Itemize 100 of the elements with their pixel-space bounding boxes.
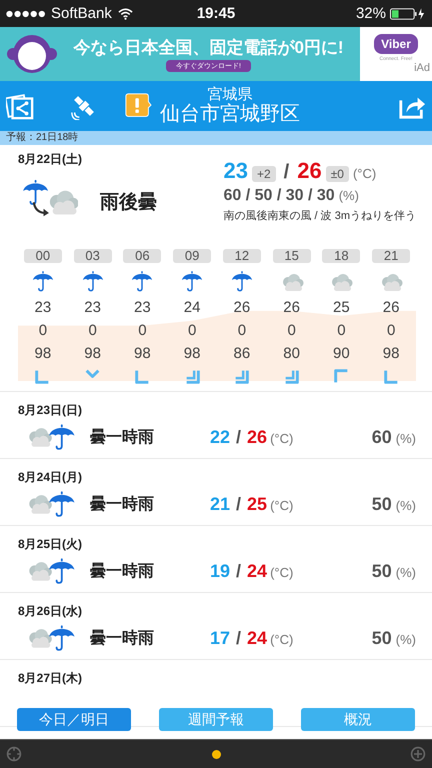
share-card-icon[interactable] xyxy=(6,92,34,120)
high-temperature: 25 xyxy=(247,494,268,514)
hourly-temperature: 24 xyxy=(184,298,200,318)
warning-icon[interactable] xyxy=(124,93,152,119)
forecast-date: 8月24日(月) xyxy=(18,469,82,486)
slash-separator: / xyxy=(236,628,242,648)
view-tab[interactable]: 概況 xyxy=(301,708,415,731)
slash-separator: / xyxy=(236,560,242,582)
low-temperature: 22 xyxy=(210,426,230,448)
high-temperature-change: ±0 xyxy=(326,166,349,182)
hour-label: 09 xyxy=(173,249,212,263)
precipitation-chance: 50 xyxy=(372,494,392,514)
low-temperature: 21 xyxy=(210,494,230,514)
hourly-temperature: 26 xyxy=(234,298,250,318)
percent-unit: (%) xyxy=(396,632,416,646)
hourly-precipitation: 0 xyxy=(287,321,296,341)
city-name: 仙台市宮城野区 xyxy=(160,103,300,126)
forecast-issued-time: 予報：21日18時 xyxy=(6,132,78,143)
percent-unit: (%) xyxy=(396,430,416,446)
brand-logo: Viber xyxy=(374,34,418,54)
hourly-temperature: 26 xyxy=(382,298,400,318)
prefecture-name: 宮城県 xyxy=(208,86,252,103)
hourly-temperature: 23 xyxy=(134,298,151,318)
ad-network-label: iAd xyxy=(414,62,430,74)
wind-wave-text: 南の風後南東の風 / 波 3mうねりを伴う xyxy=(223,209,416,223)
hourly-precipitation: 0 xyxy=(88,321,97,341)
hourly-humidity: 98 xyxy=(184,344,200,364)
battery-percent: 32% xyxy=(356,5,386,22)
temperature-unit: (°C) xyxy=(270,498,294,512)
temperature-unit: (°C) xyxy=(270,632,294,646)
hourly-precipitation: 0 xyxy=(188,321,196,341)
hour-label: 12 xyxy=(222,249,261,263)
wifi-icon xyxy=(118,8,133,20)
temperature-unit: (°C) xyxy=(270,564,294,580)
weather-condition: 曇一時雨 xyxy=(90,628,155,648)
forecast-date: 8月27日(木) xyxy=(18,670,82,687)
slash-separator: / xyxy=(284,161,290,184)
ad-headline: 今なら日本全国、固定電話が0円に! xyxy=(73,37,344,59)
weather-condition: 曇一時雨 xyxy=(90,428,155,448)
crosshair-icon[interactable] xyxy=(6,746,22,762)
precipitation-chance: 50 xyxy=(372,560,392,582)
signal-icon xyxy=(6,10,46,18)
hourly-humidity: 98 xyxy=(382,344,400,364)
hourly-temperature: 23 xyxy=(34,298,52,318)
hour-label: 15 xyxy=(272,249,311,263)
hourly-temperature: 26 xyxy=(283,298,300,318)
umbrella-icon xyxy=(80,270,105,292)
hour-label: 21 xyxy=(372,249,410,263)
forecast-date: 8月22日(土) xyxy=(18,151,82,168)
hour-label: 03 xyxy=(74,249,112,263)
view-tab[interactable]: 今日／明日 xyxy=(17,708,131,731)
hour-label: 00 xyxy=(24,249,62,263)
hourly-humidity: 86 xyxy=(234,344,250,364)
slash-separator: / xyxy=(236,494,242,514)
hourly-temperature: 23 xyxy=(84,298,101,318)
high-temperature: 24 xyxy=(247,628,268,648)
precipitation-chance: 60 xyxy=(372,426,392,448)
weather-condition: 曇一時雨 xyxy=(90,562,155,582)
temperature-unit: (°C) xyxy=(270,430,294,446)
umbrella-icon xyxy=(30,270,55,292)
forecast-date: 8月23日(日) xyxy=(18,402,82,419)
hourly-precipitation: 0 xyxy=(337,321,346,341)
hourly-precipitation: 0 xyxy=(38,321,48,341)
high-temperature: 26 xyxy=(297,158,322,184)
umbrella-icon xyxy=(180,270,204,292)
weather-condition: 雨後曇 xyxy=(100,191,157,215)
carrier-name: SoftBank xyxy=(51,5,112,22)
hourly-humidity: 90 xyxy=(333,344,350,364)
hour-label: 06 xyxy=(123,249,162,263)
mascot-icon xyxy=(7,34,57,74)
low-temperature-change: +2 xyxy=(252,166,276,182)
percent-unit: (%) xyxy=(396,498,416,512)
slash-separator: / xyxy=(236,426,242,448)
umbrella-icon xyxy=(230,270,254,292)
hourly-precipitation: 0 xyxy=(386,321,396,341)
hourly-humidity: 98 xyxy=(134,344,151,364)
umbrella-icon xyxy=(130,270,154,292)
high-temperature: 24 xyxy=(247,560,268,582)
hourly-humidity: 80 xyxy=(283,344,300,364)
battery-icon xyxy=(390,8,426,20)
hourly-precipitation: 0 xyxy=(238,321,246,341)
add-icon[interactable] xyxy=(410,746,426,762)
high-temperature: 26 xyxy=(247,426,268,448)
view-tab[interactable]: 週間予報 xyxy=(159,708,273,731)
precipitation-chance: 50 xyxy=(372,628,392,648)
hourly-humidity: 98 xyxy=(34,344,52,364)
precipitation-chances: 60 / 50 / 30 / 30 xyxy=(223,187,335,205)
hourly-humidity: 98 xyxy=(84,344,101,364)
percent-unit: (%) xyxy=(396,564,416,580)
forecast-date: 8月25日(火) xyxy=(18,536,82,553)
low-temperature: 19 xyxy=(210,560,230,582)
clock-time: 19:45 xyxy=(196,5,236,22)
weather-condition: 曇一時雨 xyxy=(90,494,155,514)
hourly-precipitation: 0 xyxy=(138,321,147,341)
percent-unit: (%) xyxy=(338,188,359,203)
forecast-date: 8月26日(水) xyxy=(18,603,82,620)
hourly-temperature: 25 xyxy=(333,298,350,318)
hour-label: 18 xyxy=(322,249,360,263)
temperature-unit: (°C) xyxy=(352,166,376,181)
low-temperature: 23 xyxy=(223,158,248,184)
